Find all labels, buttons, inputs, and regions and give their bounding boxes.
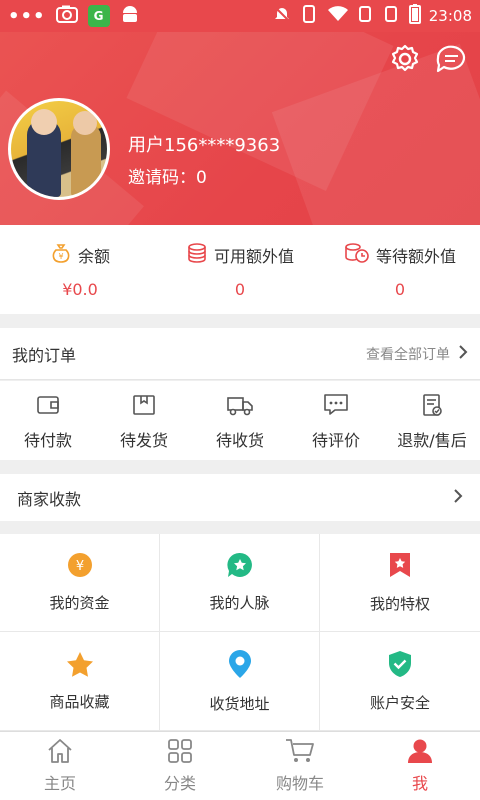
truck-icon [226, 393, 254, 421]
product-favorites-label: 商品收藏 [49, 692, 110, 711]
my-privileges-item[interactable]: 我的特权 [320, 534, 480, 632]
sim1-signal-icon [357, 5, 375, 27]
available-extra-item[interactable]: 可用额外值 0 [160, 225, 320, 314]
my-contacts-item[interactable]: 我的人脉 [160, 534, 320, 632]
android-icon [120, 4, 140, 28]
svg-text:¥: ¥ [75, 559, 83, 574]
wallet-icon [35, 393, 61, 421]
more-notifications-icon: ••• [8, 5, 46, 27]
order-pending-payment[interactable]: 待付款 [0, 381, 96, 460]
order-status-row: 待付款 待发货 待收货 待评价 退款/售后 [0, 381, 480, 460]
order-pending-shipment[interactable]: 待发货 [96, 381, 192, 460]
order-pending-receipt[interactable]: 待收货 [192, 381, 288, 460]
coins-stack-icon [186, 242, 208, 268]
pending-extra-value: 0 [394, 280, 406, 299]
tab-me[interactable]: 我 [360, 732, 480, 800]
profile-header: 用户156****9363 邀请码：0 [0, 32, 480, 225]
balance-value: ¥0.0 [62, 280, 98, 299]
message-icon[interactable] [434, 42, 468, 76]
my-orders-header: 我的订单 查看全部订单 [0, 328, 480, 380]
pending-extra-label: 等待额外值 [375, 247, 456, 266]
tab-category-label: 分类 [163, 774, 196, 793]
status-bar: ••• G 23:08 [0, 0, 480, 32]
privilege-flag-icon [388, 551, 412, 583]
available-extra-label: 可用额外值 [213, 247, 294, 266]
order-pending-review-label: 待评价 [311, 431, 360, 450]
bottom-tab-bar: 主页 分类 购物车 我 [0, 731, 480, 800]
username: 用户156****9363 [128, 135, 281, 156]
comment-icon [323, 393, 349, 421]
order-refund-aftersale[interactable]: 退款/售后 [384, 381, 480, 460]
tab-cart[interactable]: 购物车 [240, 732, 360, 800]
my-orders-title: 我的订单 [12, 345, 77, 365]
order-pending-review[interactable]: 待评价 [288, 381, 384, 460]
order-pending-payment-label: 待付款 [23, 431, 72, 450]
sim2-signal-icon [383, 5, 401, 27]
available-extra-value: 0 [234, 280, 246, 299]
merchant-payment-label: 商家收款 [17, 489, 82, 509]
camera-icon [55, 5, 78, 27]
yuan-coin-icon: ¥ [67, 552, 93, 582]
account-security-item[interactable]: 账户安全 [320, 632, 480, 731]
shield-check-icon [388, 650, 412, 682]
tab-me-label: 我 [411, 774, 428, 793]
star-icon [66, 651, 94, 681]
balance-item[interactable]: ¥ 余额 ¥0.0 [0, 225, 160, 314]
merchant-payment-row[interactable]: 商家收款 [0, 474, 480, 521]
user-icon [406, 738, 434, 768]
mute-icon [273, 5, 291, 27]
coins-clock-icon [344, 242, 370, 268]
refund-icon [419, 393, 445, 421]
location-pin-icon [228, 649, 252, 683]
avatar[interactable] [8, 98, 110, 200]
status-time: 23:08 [428, 7, 472, 25]
view-all-orders-label: 查看全部订单 [366, 346, 450, 363]
app-store-icon: G [87, 5, 110, 27]
invite-code: 邀请码：0 [128, 168, 207, 188]
view-all-orders-link[interactable]: 查看全部订单 [366, 344, 468, 364]
money-bag-icon: ¥ [50, 242, 72, 268]
star-badge-icon [226, 552, 253, 582]
chevron-right-icon [458, 344, 468, 364]
grid-icon [167, 738, 193, 768]
tab-home-label: 主页 [43, 774, 76, 793]
cart-icon [285, 738, 315, 768]
order-pending-shipment-label: 待发货 [119, 431, 168, 450]
shipping-address-label: 收货地址 [209, 694, 270, 713]
chevron-right-icon [453, 488, 463, 508]
my-privileges-label: 我的特权 [369, 595, 430, 613]
feature-grid: ¥ 我的资金 我的人脉 我的特权 商品收藏 收货地址 账户安全 [0, 534, 480, 731]
order-refund-aftersale-label: 退款/售后 [397, 431, 467, 450]
svg-text:¥: ¥ [58, 252, 63, 261]
home-icon [46, 738, 74, 768]
product-favorites-item[interactable]: 商品收藏 [0, 632, 160, 731]
shipping-address-item[interactable]: 收货地址 [160, 632, 320, 731]
my-funds-label: 我的资金 [49, 594, 110, 612]
vibrate-icon [299, 5, 319, 27]
pending-extra-item[interactable]: 等待额外值 0 [320, 225, 480, 314]
my-contacts-label: 我的人脉 [209, 594, 270, 612]
settings-gear-icon[interactable] [388, 42, 422, 76]
my-funds-item[interactable]: ¥ 我的资金 [0, 534, 160, 632]
tab-category[interactable]: 分类 [120, 732, 240, 800]
balance-label: 余额 [77, 247, 110, 266]
battery-icon [408, 4, 421, 28]
tab-cart-label: 购物车 [275, 774, 324, 793]
order-pending-receipt-label: 待收货 [215, 431, 264, 450]
tab-home[interactable]: 主页 [0, 732, 120, 800]
balance-panel: ¥ 余额 ¥0.0 可用额外值 0 等待额外值 0 [0, 225, 480, 314]
wifi-icon [327, 5, 349, 27]
account-security-label: 账户安全 [369, 693, 430, 712]
box-icon [131, 393, 157, 421]
